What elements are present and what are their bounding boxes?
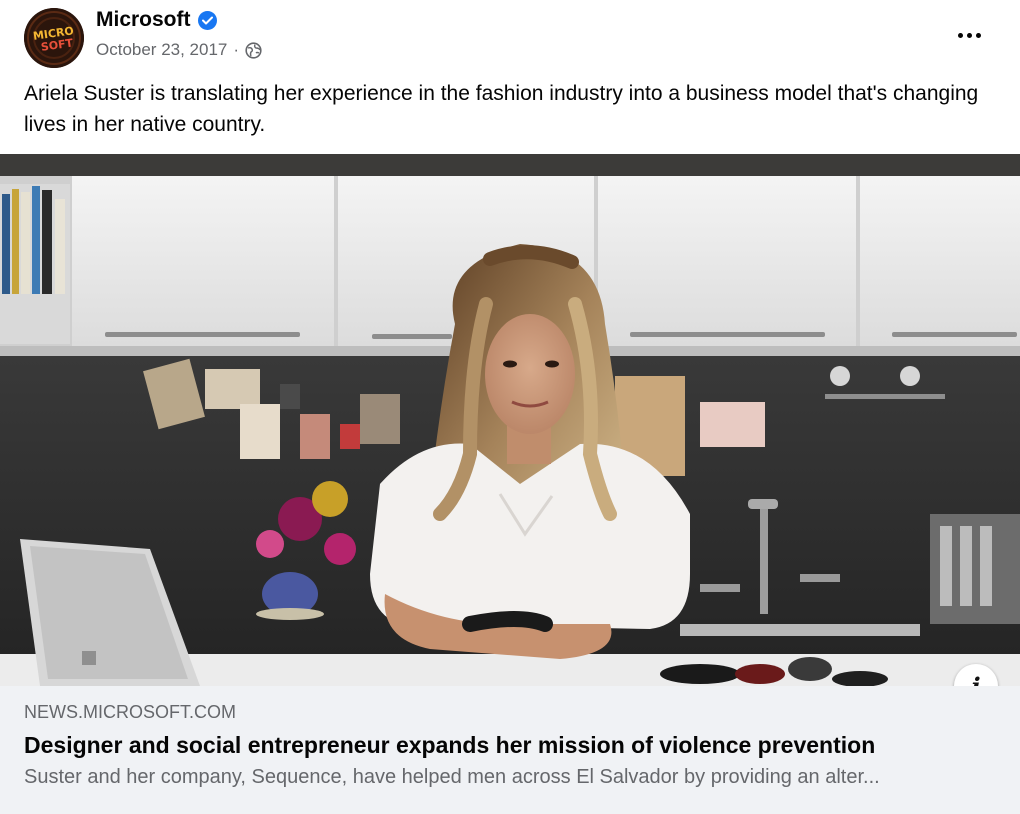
more-options-button[interactable]: [952, 22, 986, 48]
page-name-row: Microsoft: [96, 8, 217, 32]
link-headline[interactable]: Designer and social entrepreneur expands…: [24, 732, 875, 759]
link-preview-card[interactable]: NEWS.MICROSOFT.COM Designer and social e…: [0, 686, 1020, 814]
verified-badge-icon: [197, 10, 217, 30]
page-avatar[interactable]: MICRO SOFT: [24, 8, 84, 68]
post-timestamp[interactable]: October 23, 2017: [96, 40, 227, 60]
post-meta: October 23, 2017 ·: [96, 40, 262, 60]
link-domain: NEWS.MICROSOFT.COM: [24, 702, 236, 722]
kitchen-portrait-illustration: [0, 154, 1020, 686]
post-photo[interactable]: [0, 154, 1020, 686]
post-caption: Ariela Suster is translating her experie…: [24, 82, 979, 136]
avatar-logo: MICRO SOFT: [24, 8, 84, 68]
dot-icon: [957, 32, 963, 38]
facebook-post: MICRO SOFT Microsoft October 23, 2017 · …: [0, 0, 1020, 814]
globe-icon[interactable]: [245, 41, 262, 59]
dot-icon: [966, 32, 972, 38]
dot-icon: [975, 32, 981, 38]
page-name-link[interactable]: Microsoft: [96, 8, 191, 32]
meta-separator: ·: [233, 40, 240, 59]
link-description: Suster and her company, Sequence, have h…: [24, 766, 880, 788]
